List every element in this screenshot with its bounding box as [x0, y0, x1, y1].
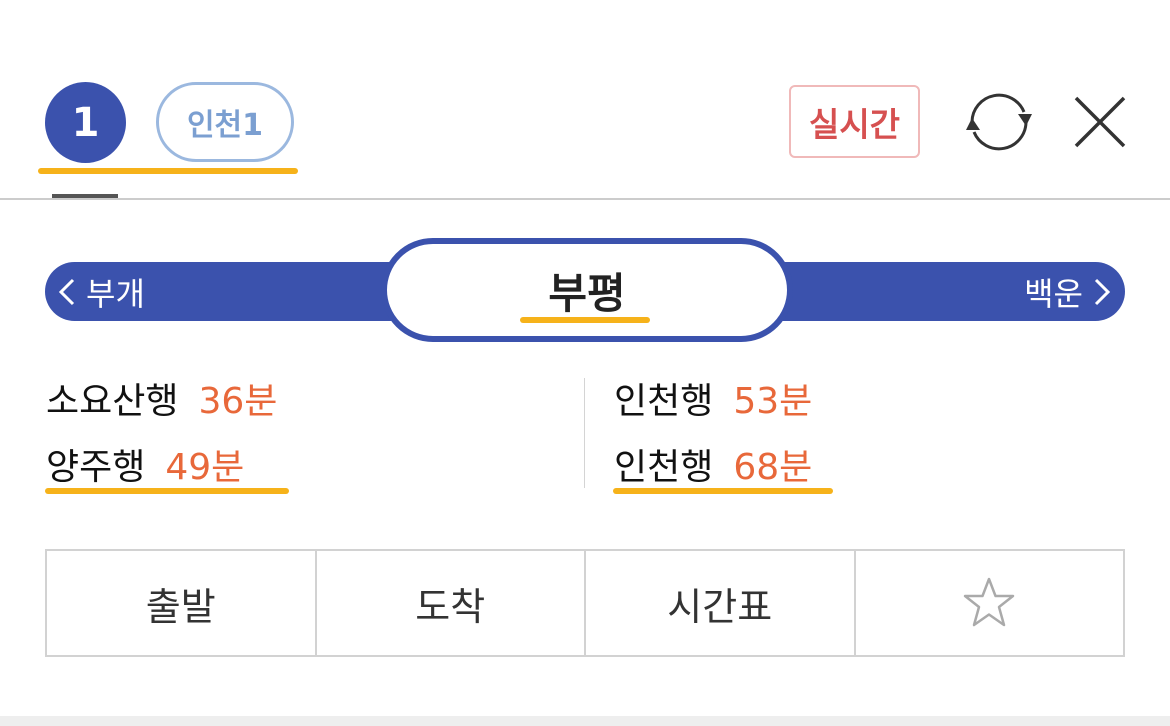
arrival-highlight-underline	[45, 488, 289, 494]
realtime-button[interactable]: 실시간	[789, 85, 920, 158]
arrival-right-1: 인천행 53분	[614, 372, 812, 424]
action-bar: 출발 도착 시간표	[45, 549, 1125, 657]
line-name-chip[interactable]: 인천1	[156, 82, 294, 162]
close-icon[interactable]	[1068, 90, 1132, 154]
current-station: 부평	[381, 238, 793, 342]
bottom-strip	[0, 716, 1170, 726]
next-station-label: 백운	[1024, 274, 1083, 313]
arrival-highlight-underline	[613, 488, 833, 494]
arrival-right-2: 인천행 68분	[614, 438, 812, 490]
prev-station-label: 부개	[86, 274, 145, 313]
station-highlight-underline	[520, 317, 650, 323]
arrival-time: 49분	[165, 447, 245, 488]
timetable-button[interactable]: 시간표	[586, 551, 856, 655]
departure-button[interactable]: 출발	[47, 551, 317, 655]
arrival-destination: 소요산행	[46, 381, 179, 422]
arrival-button[interactable]: 도착	[317, 551, 586, 655]
chevron-left-icon	[58, 278, 75, 305]
arrival-time: 68분	[733, 447, 813, 488]
arrival-destination: 양주행	[46, 447, 146, 488]
arrival-time: 53분	[733, 381, 813, 422]
header-divider	[0, 198, 1170, 200]
line-number-badge[interactable]: 1	[45, 82, 126, 163]
next-station-button[interactable]: 백운	[1024, 262, 1125, 321]
arrival-time: 36분	[198, 381, 278, 422]
arrival-left-2: 양주행 49분	[46, 438, 244, 490]
refresh-icon[interactable]	[960, 88, 1038, 156]
favorite-button[interactable]	[856, 551, 1124, 655]
arrival-left-1: 소요산행 36분	[46, 372, 277, 424]
arrival-destination: 인천행	[614, 447, 714, 488]
arrival-destination: 인천행	[614, 381, 714, 422]
chevron-right-icon	[1094, 278, 1111, 305]
star-icon	[964, 577, 1015, 627]
prev-station-button[interactable]: 부개	[58, 262, 145, 321]
arrivals-divider	[584, 378, 585, 488]
line-highlight-underline	[38, 168, 298, 174]
